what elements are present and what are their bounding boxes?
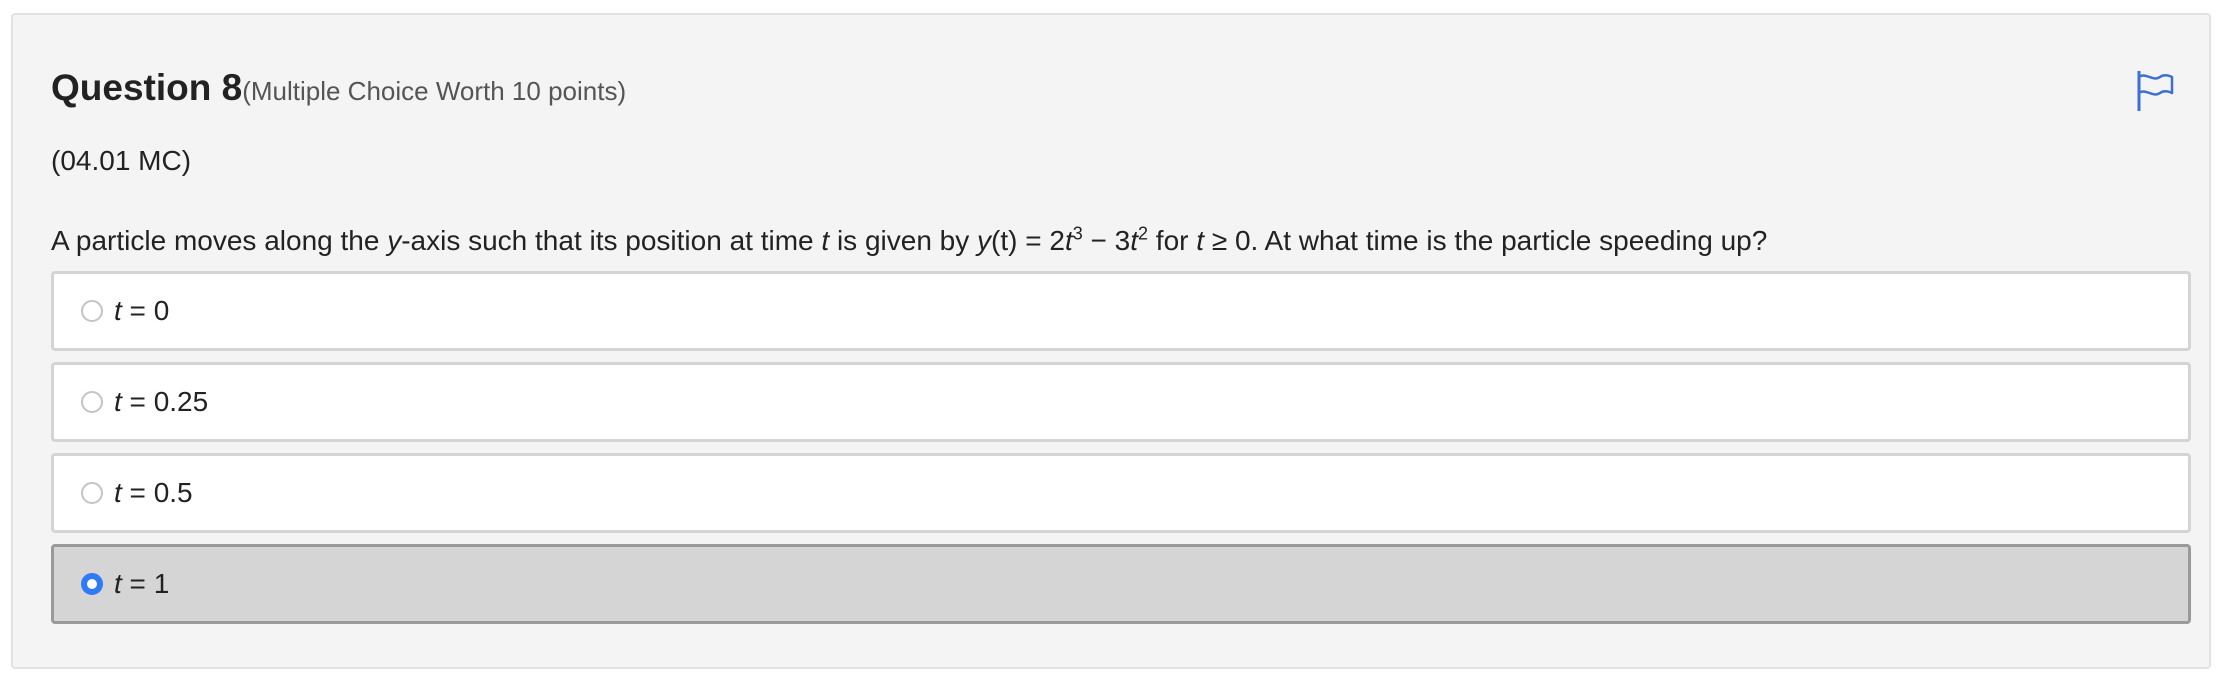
question-title: Question 8 xyxy=(51,67,243,108)
answer-choice-label: t = 0.25 xyxy=(114,386,209,417)
radio-button[interactable] xyxy=(81,482,103,504)
answer-choice-label: t = 0.5 xyxy=(114,477,193,508)
question-header: Question 8(Multiple Choice Worth 10 poin… xyxy=(51,67,626,109)
answer-choice-d[interactable]: t = 1 xyxy=(51,544,2191,624)
question-card: Question 8(Multiple Choice Worth 10 poin… xyxy=(11,13,2211,669)
answer-choice-c[interactable]: t = 0.5 xyxy=(51,453,2191,533)
answer-choice-b[interactable]: t = 0.25 xyxy=(51,362,2191,442)
answer-choice-label: t = 0 xyxy=(114,295,170,326)
radio-button[interactable] xyxy=(81,300,103,322)
answer-choice-a[interactable]: t = 0 xyxy=(51,271,2191,351)
question-prompt: A particle moves along the y-axis such t… xyxy=(51,223,1768,256)
flag-icon xyxy=(2137,71,2174,111)
question-code: (04.01 MC) xyxy=(51,145,192,176)
radio-button[interactable] xyxy=(81,573,103,595)
flag-button[interactable] xyxy=(2131,67,2177,113)
answer-choices: t = 0 t = 0.25 t = 0.5 t = 1 xyxy=(51,271,2191,635)
answer-choice-label: t = 1 xyxy=(114,568,170,599)
question-points: (Multiple Choice Worth 10 points) xyxy=(242,76,627,106)
radio-button[interactable] xyxy=(81,391,103,413)
